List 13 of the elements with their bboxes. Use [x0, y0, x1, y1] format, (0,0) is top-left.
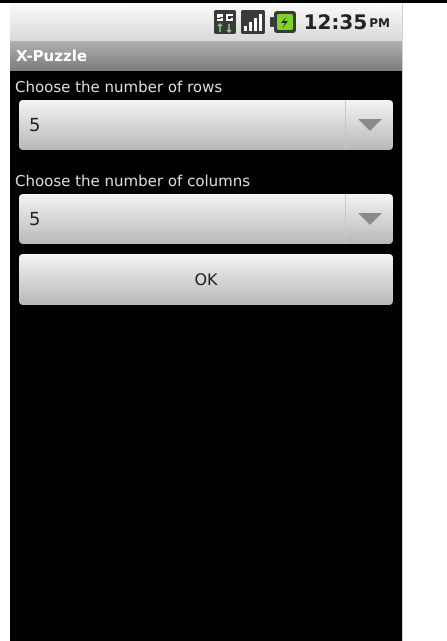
dropdown-arrow-icon — [358, 119, 382, 131]
dropdown[interactable]: 5 — [19, 100, 393, 150]
app-title: X-Puzzle — [16, 46, 88, 67]
field-label: Choose the number of rows — [15, 77, 224, 98]
battery-charging-icon — [270, 11, 296, 33]
clock: 12:35 — [304, 9, 368, 36]
dropdown[interactable]: 5 — [19, 194, 393, 244]
signal-icon — [240, 10, 265, 34]
dropdown-arrow-icon — [358, 213, 382, 225]
network-3g-icon — [214, 10, 236, 34]
clock-period: PM — [369, 15, 390, 32]
ok-button[interactable]: OK — [19, 254, 393, 305]
field-label: Choose the number of columns — [15, 171, 252, 192]
